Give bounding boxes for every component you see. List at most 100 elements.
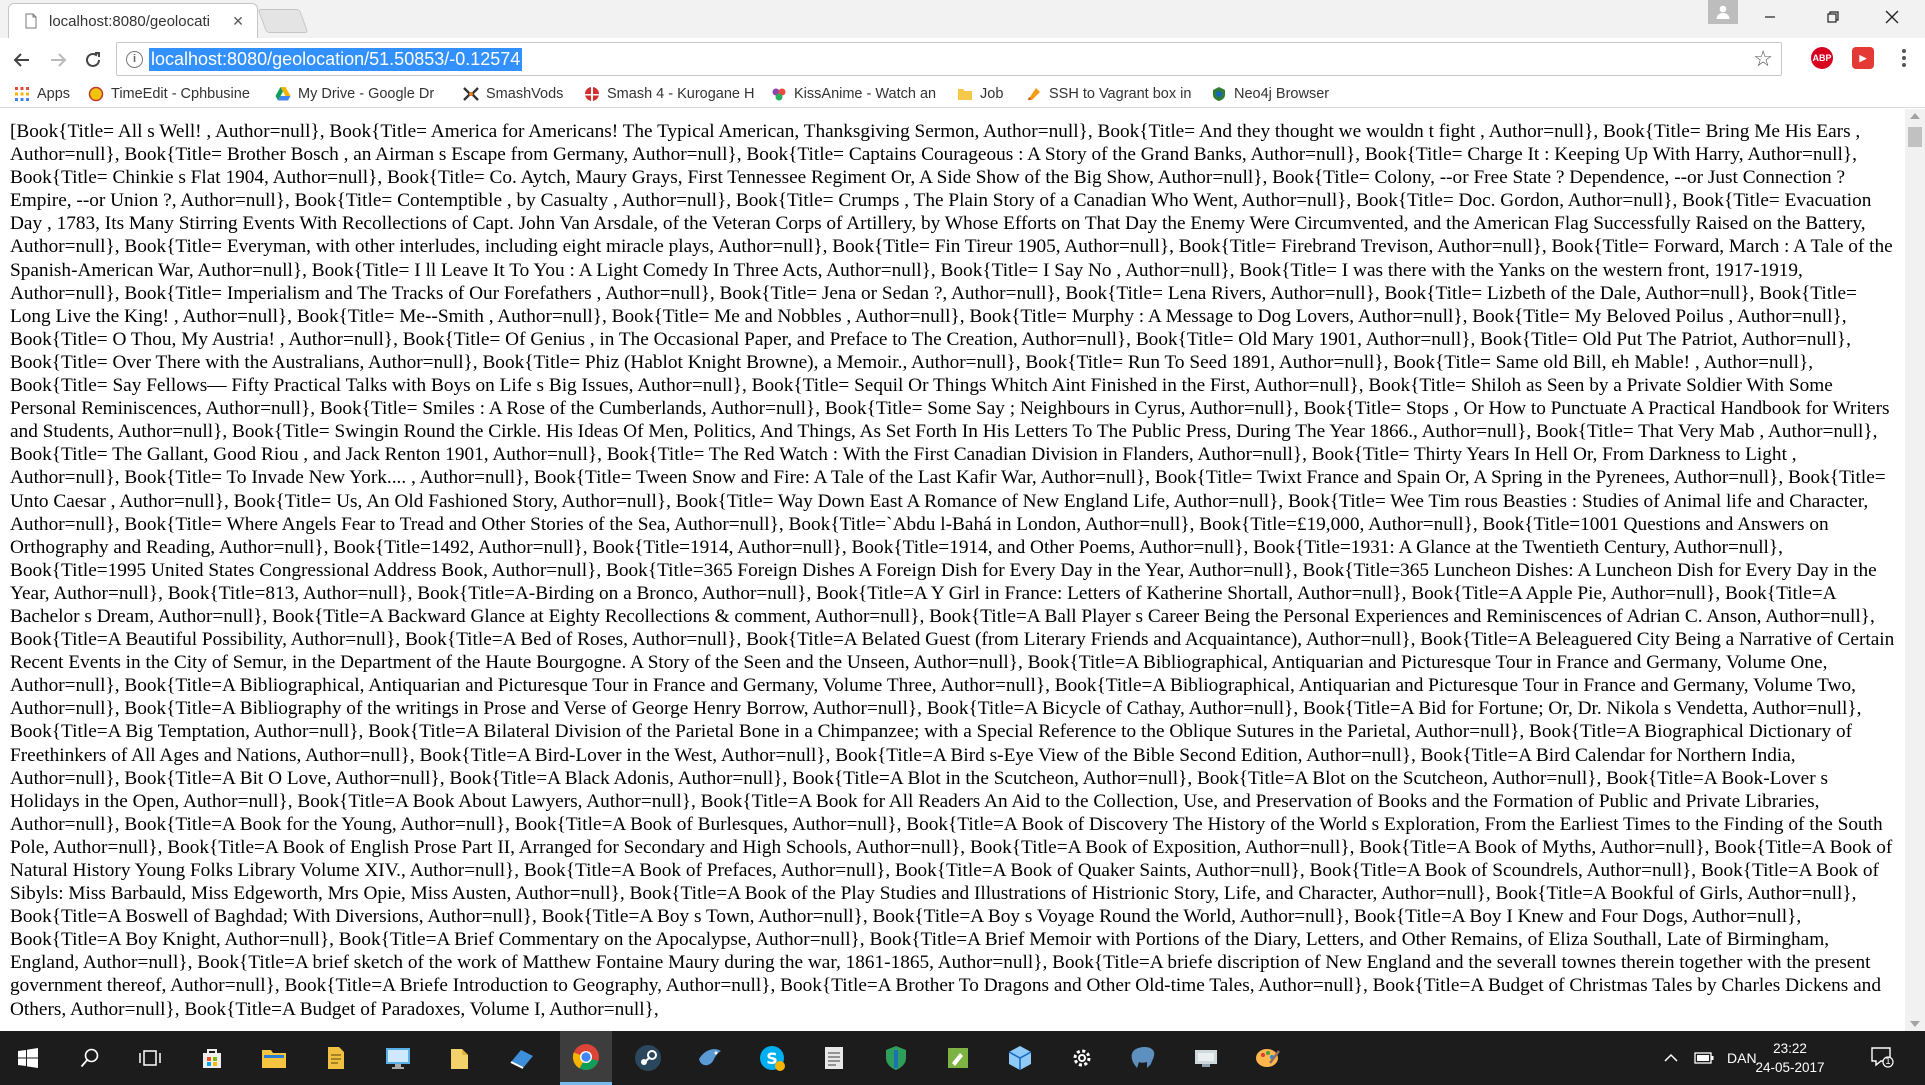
timeedit-icon bbox=[88, 86, 104, 102]
minimize-button[interactable] bbox=[1740, 0, 1800, 34]
chrome-menu-icon[interactable] bbox=[1896, 46, 1912, 72]
browser-tab[interactable]: localhost:8080/geolocati × bbox=[8, 3, 258, 38]
restore-icon bbox=[1827, 11, 1839, 23]
task-view-button[interactable] bbox=[126, 1031, 174, 1085]
chevron-up-icon bbox=[1664, 1053, 1678, 1062]
bookmark-timeedit[interactable]: TimeEdit - Cphbusine bbox=[88, 83, 258, 105]
taskbar-chrome[interactable] bbox=[560, 1031, 612, 1085]
clock-date: 24-05-2017 bbox=[1755, 1060, 1825, 1075]
tray-clock[interactable]: 23:22 24-05-2017 bbox=[1750, 1039, 1830, 1077]
profile-button[interactable] bbox=[1708, 0, 1738, 24]
tab-title: localhost:8080/geolocati bbox=[49, 12, 210, 30]
smash-icon bbox=[585, 87, 599, 101]
bookmark-label: SSH to Vagrant box in bbox=[1049, 86, 1192, 102]
tab-close-icon[interactable]: × bbox=[229, 11, 247, 32]
person-icon bbox=[1716, 5, 1730, 19]
taskbar-notepad-plus[interactable] bbox=[934, 1031, 982, 1085]
bookmark-label: Job bbox=[980, 86, 1004, 102]
taskbar-folder[interactable] bbox=[436, 1031, 484, 1085]
folder-icon bbox=[958, 89, 972, 100]
bookmark-label: KissAnime - Watch an bbox=[794, 86, 937, 102]
reload-button[interactable] bbox=[79, 46, 107, 74]
taskbar-document[interactable] bbox=[810, 1031, 858, 1085]
tray-show-hidden-icon[interactable] bbox=[1664, 1031, 1678, 1085]
address-bar[interactable]: i localhost:8080/geolocation/51.50853/-0… bbox=[116, 42, 1782, 76]
json-response-text: [Book{Title= All s Well! , Author=null},… bbox=[10, 121, 1895, 1020]
scroll-down-icon[interactable] bbox=[1910, 1021, 1920, 1027]
shield-icon bbox=[886, 1046, 906, 1070]
url-text[interactable]: localhost:8080/geolocation/51.50853/-0.1… bbox=[149, 48, 523, 71]
reload-icon bbox=[86, 52, 100, 67]
forward-arrow-icon bbox=[51, 53, 67, 67]
file-explorer-icon bbox=[262, 1050, 286, 1068]
scroll-thumb[interactable] bbox=[1908, 127, 1922, 147]
back-arrow-icon bbox=[13, 53, 29, 67]
taskbar-skype[interactable]: S bbox=[748, 1031, 796, 1085]
windows-taskbar: S DAN 23:22 24-05-2017 1 bbox=[0, 1031, 1925, 1085]
bookmark-smashvods[interactable]: SmashVods bbox=[463, 83, 563, 105]
close-window-button[interactable] bbox=[1862, 0, 1922, 34]
tray-battery[interactable] bbox=[1694, 1031, 1714, 1085]
taskbar-remote-desktop[interactable] bbox=[374, 1031, 422, 1085]
windows-logo-icon bbox=[18, 1048, 38, 1068]
bookmarks-bar: Apps TimeEdit - Cphbusine My Drive - Goo… bbox=[0, 80, 1925, 108]
tab-strip: localhost:8080/geolocati × bbox=[0, 0, 1925, 38]
clock-time: 23:22 bbox=[1773, 1041, 1807, 1056]
bookmark-star-icon[interactable]: ☆ bbox=[1753, 46, 1773, 72]
chrome-icon bbox=[572, 1043, 599, 1070]
task-view-icon bbox=[139, 1050, 161, 1066]
smashvods-icon bbox=[463, 87, 479, 101]
postgres-elephant-icon bbox=[1131, 1047, 1155, 1068]
restore-button[interactable] bbox=[1803, 0, 1863, 34]
action-center-button[interactable]: 1 bbox=[1870, 1045, 1894, 1069]
start-button[interactable] bbox=[4, 1031, 52, 1085]
taskbar-shield[interactable] bbox=[872, 1031, 920, 1085]
bookmark-smash4-kurogane[interactable]: Smash 4 - Kurogane H bbox=[584, 83, 764, 105]
forward-button[interactable] bbox=[44, 46, 72, 74]
taskbar-app-monitor[interactable] bbox=[1182, 1031, 1230, 1085]
bookmark-apps[interactable]: Apps bbox=[14, 83, 70, 105]
document-icon bbox=[825, 1047, 843, 1069]
minimize-icon bbox=[1765, 16, 1775, 18]
taskbar-steam[interactable] bbox=[624, 1031, 672, 1085]
bookmark-google-drive[interactable]: My Drive - Google Dr bbox=[275, 83, 447, 105]
taskbar-paint[interactable] bbox=[1244, 1031, 1292, 1085]
search-icon bbox=[80, 1048, 99, 1068]
taskbar-app-download[interactable] bbox=[498, 1031, 546, 1085]
browser-toolbar: i localhost:8080/geolocation/51.50853/-0… bbox=[0, 38, 1925, 80]
bookmark-label: Smash 4 - Kurogane H bbox=[607, 86, 755, 102]
paint-icon bbox=[1256, 1049, 1280, 1067]
notification-count: 1 bbox=[1885, 1056, 1891, 1066]
bookmark-job[interactable]: Job bbox=[957, 83, 1003, 105]
steam-icon bbox=[635, 1045, 661, 1071]
taskbar-settings[interactable] bbox=[1058, 1031, 1106, 1085]
info-icon[interactable]: i bbox=[126, 51, 143, 68]
bookmark-label: My Drive - Google Dr bbox=[298, 86, 435, 102]
taskbar-store[interactable] bbox=[188, 1031, 236, 1085]
download-app-icon bbox=[510, 1050, 533, 1069]
notepad-icon bbox=[948, 1048, 968, 1068]
taskbar-documents[interactable] bbox=[312, 1031, 360, 1085]
skype-icon: S bbox=[760, 1046, 785, 1071]
bookmark-label: Apps bbox=[37, 86, 71, 102]
search-button[interactable] bbox=[66, 1031, 114, 1085]
taskbar-app-bird[interactable] bbox=[686, 1031, 734, 1085]
gear-icon bbox=[1073, 1049, 1091, 1067]
back-button[interactable] bbox=[8, 46, 36, 74]
bookmark-label: Neo4j Browser bbox=[1234, 86, 1330, 102]
page-content: [Book{Title= All s Well! , Author=null},… bbox=[0, 109, 1905, 1031]
bookmark-neo4j-browser[interactable]: Neo4j Browser bbox=[1211, 83, 1329, 105]
taskbar-virtualbox[interactable] bbox=[996, 1031, 1044, 1085]
google-drive-icon bbox=[275, 87, 291, 101]
new-tab-button[interactable] bbox=[257, 9, 309, 33]
documents-icon bbox=[328, 1047, 344, 1069]
bookmark-kissanime[interactable]: KissAnime - Watch an bbox=[771, 83, 943, 105]
vertical-scrollbar[interactable] bbox=[1905, 109, 1925, 1031]
youtube-extension-icon[interactable]: ▶ bbox=[1852, 47, 1874, 69]
taskbar-postgres[interactable] bbox=[1120, 1031, 1168, 1085]
adblock-plus-icon[interactable]: ABP bbox=[1811, 47, 1833, 69]
bookmark-ssh-vagrant[interactable]: SSH to Vagrant box in bbox=[1026, 83, 1196, 105]
virtualbox-icon bbox=[1008, 1046, 1032, 1070]
taskbar-file-explorer[interactable] bbox=[250, 1031, 298, 1085]
scroll-up-icon[interactable] bbox=[1910, 113, 1920, 119]
